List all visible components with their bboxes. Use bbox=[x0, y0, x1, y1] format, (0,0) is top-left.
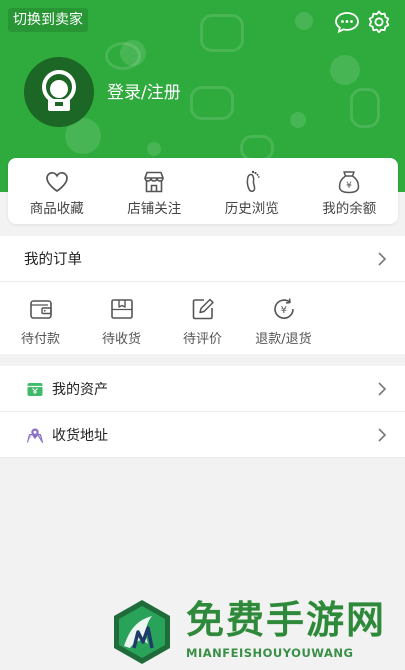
decor bbox=[190, 86, 234, 120]
chevron-right-icon bbox=[378, 381, 387, 396]
svg-text:¥: ¥ bbox=[346, 181, 352, 191]
order-status-row: 待付款 待收货 待评价 ¥ 退款/退货 bbox=[0, 282, 405, 354]
list-item-label: 收货地址 bbox=[52, 427, 108, 444]
my-assets-row[interactable]: 我的资产 bbox=[0, 366, 405, 412]
chevron-right-icon bbox=[378, 251, 387, 266]
assets-icon bbox=[27, 382, 43, 396]
watermark-subtitle: MIANFEISHOUYOUWANG bbox=[186, 646, 354, 660]
settings-icon[interactable] bbox=[366, 9, 392, 35]
list-item-label: 我的资产 bbox=[52, 381, 108, 398]
quick-link-label: 商品收藏 bbox=[29, 201, 84, 217]
quick-link-followed-stores[interactable]: 店铺关注 bbox=[106, 158, 204, 224]
order-status-label: 退款/退货 bbox=[255, 332, 312, 347]
wallet-icon bbox=[29, 300, 52, 319]
quick-link-label: 历史浏览 bbox=[224, 201, 279, 217]
decor bbox=[330, 55, 360, 85]
quick-links-card: 商品收藏 店铺关注 历史浏览 ¥ 我的余额 bbox=[8, 158, 398, 224]
decor bbox=[147, 142, 161, 156]
order-status-label: 待收货 bbox=[101, 332, 141, 347]
orders-title: 我的订单 bbox=[24, 252, 82, 268]
heart-icon bbox=[45, 171, 68, 193]
avatar[interactable] bbox=[24, 57, 94, 127]
login-register-link[interactable]: 登录/注册 bbox=[107, 78, 181, 103]
quick-link-label: 店铺关注 bbox=[127, 201, 182, 217]
store-icon bbox=[144, 171, 165, 193]
my-orders-row[interactable]: 我的订单 bbox=[0, 236, 405, 282]
decor bbox=[200, 14, 244, 52]
shipping-address-row[interactable]: 收货地址 bbox=[0, 412, 405, 458]
decor bbox=[350, 88, 380, 128]
menu-list: 我的资产 收货地址 bbox=[0, 366, 405, 458]
order-refund-return[interactable]: ¥ 退款/退货 bbox=[243, 282, 324, 354]
edit-icon bbox=[192, 298, 214, 320]
package-icon bbox=[110, 299, 133, 319]
decor bbox=[105, 42, 141, 70]
user-avatar-icon bbox=[42, 70, 76, 111]
address-icon bbox=[26, 428, 44, 443]
svg-text:¥: ¥ bbox=[280, 305, 286, 316]
chat-icon[interactable] bbox=[334, 9, 360, 35]
quick-link-history[interactable]: 历史浏览 bbox=[203, 158, 301, 224]
chevron-right-icon bbox=[378, 427, 387, 442]
orders-section: 我的订单 待付款 待收货 待评价 ¥ 退款/退货 bbox=[0, 236, 405, 354]
quick-link-label: 我的余额 bbox=[322, 201, 377, 217]
refund-icon: ¥ bbox=[273, 298, 294, 319]
order-pending-payment[interactable]: 待付款 bbox=[0, 282, 81, 354]
watermark-title: 免费手游网 bbox=[186, 598, 387, 642]
order-status-label: 待评价 bbox=[182, 332, 222, 347]
money-bag-icon: ¥ bbox=[338, 171, 360, 194]
switch-to-seller-button[interactable]: 切换到卖家 bbox=[8, 8, 88, 32]
watermark-logo-icon bbox=[114, 600, 170, 664]
order-pending-receipt[interactable]: 待收货 bbox=[81, 282, 162, 354]
decor bbox=[290, 112, 306, 128]
quick-link-balance[interactable]: ¥ 我的余额 bbox=[301, 158, 399, 224]
order-pending-review[interactable]: 待评价 bbox=[162, 282, 243, 354]
footprint-icon bbox=[246, 170, 260, 192]
decor bbox=[295, 12, 313, 30]
order-status-label: 待付款 bbox=[20, 332, 60, 347]
quick-link-favorites[interactable]: 商品收藏 bbox=[8, 158, 106, 224]
